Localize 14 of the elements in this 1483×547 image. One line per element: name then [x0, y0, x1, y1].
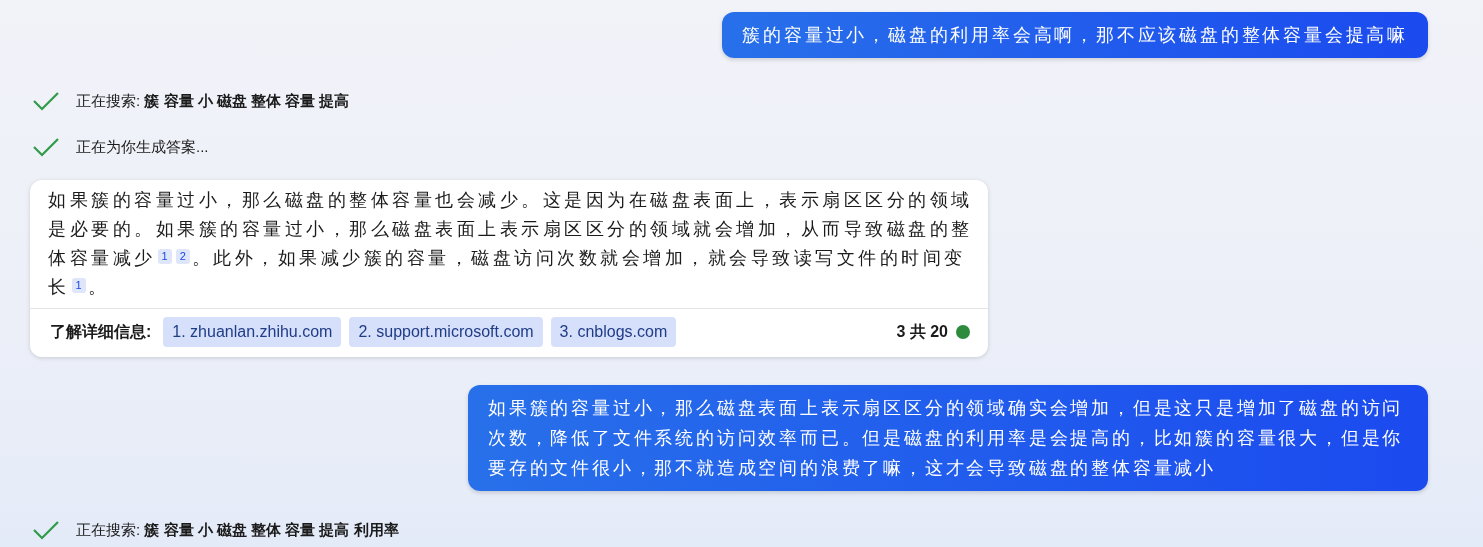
- source-link[interactable]: 1. zhuanlan.zhihu.com: [163, 317, 342, 347]
- user-message: 簇的容量过小，磁盘的利用率会高啊，那不应该磁盘的整体容量会提高嘛: [722, 12, 1428, 58]
- source-link[interactable]: 2. support.microsoft.com: [349, 317, 543, 347]
- citation-link[interactable]: 1: [157, 249, 172, 264]
- response-counter: 3 共 20: [896, 322, 948, 342]
- citation-link[interactable]: 2: [175, 249, 190, 264]
- step-text: 正在搜索: 簇 容量 小 磁盘 整体 容量 提高: [76, 90, 350, 111]
- learn-more-label: 了解详细信息:: [50, 322, 152, 342]
- citation-link[interactable]: 1: [71, 278, 86, 293]
- source-link[interactable]: 3. cnblogs.com: [550, 317, 677, 347]
- step-text: 正在搜索: 簇 容量 小 磁盘 整体 容量 提高 利用率: [76, 519, 399, 540]
- step-text: 正在为你生成答案...: [76, 136, 209, 157]
- user-message: 如果簇的容量过小，那么磁盘表面上表示扇区区分的领域确实会增加，但是这只是增加了磁盘的访问次数，降低了文件系统的访问效率而已。但是磁盘的利用率是会提高的，比如簇的容量很大，但是你要存的文件很小，那不就造成空间的浪费了嘛，这才会导致磁盘的整体容量减小: [468, 385, 1428, 491]
- answer-text: 如果簇的容量过小，那么磁盘的整体容量也会减少。这是因为在磁盘表面上，表示扇区区分的领域是必要的。如果簇的容量过小，那么磁盘表面上表示扇区区分的领域就会增加，从而导致磁盘的整体容量减少 1 2 。此外，如果减少簇的容量，磁盘访问次数就会增加，就会导致读写文件的时间变长 1 。: [47, 189, 974, 299]
